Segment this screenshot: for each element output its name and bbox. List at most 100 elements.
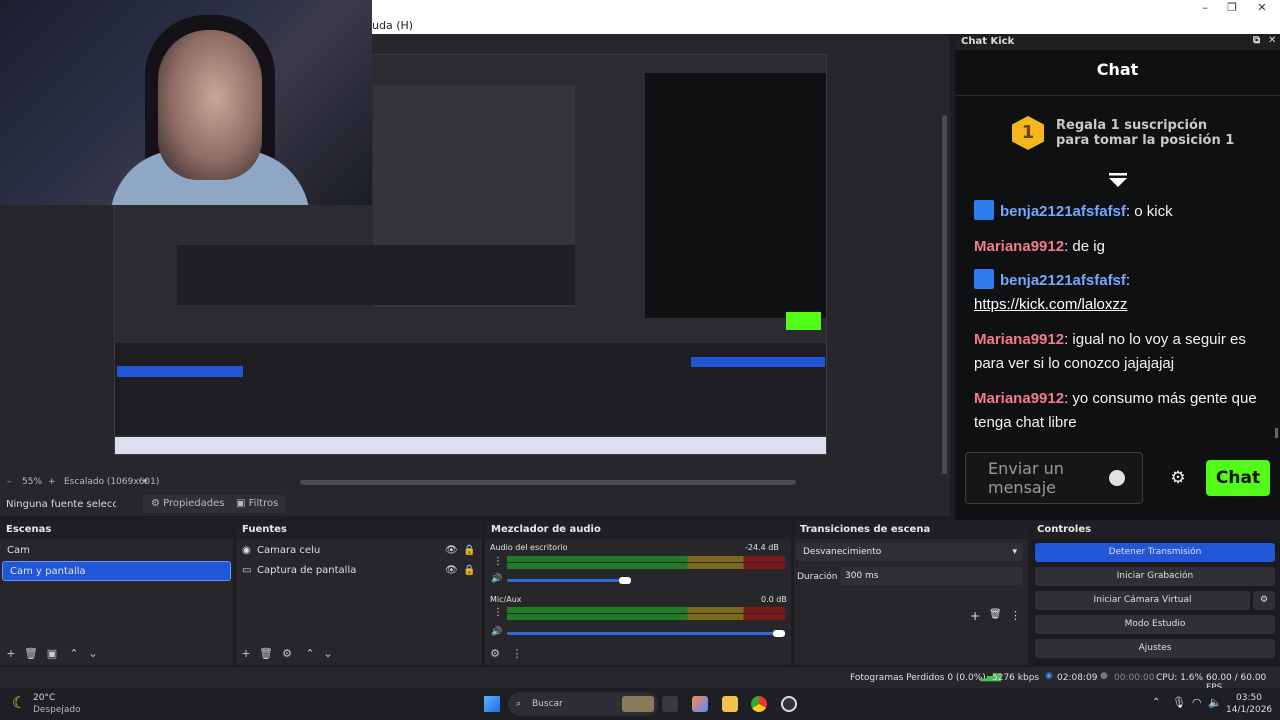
- move-down-icon[interactable]: ⌄: [87, 648, 99, 660]
- scene-filters-icon[interactable]: ▣: [46, 648, 58, 660]
- gear-icon[interactable]: ⚙: [1169, 469, 1187, 487]
- windows-start-icon[interactable]: [484, 696, 500, 712]
- chrome-icon[interactable]: [751, 696, 767, 712]
- kick-badge-icon: [974, 269, 994, 289]
- weather-desc[interactable]: Despejado: [33, 705, 81, 715]
- transition-select[interactable]: Desvanecimiento ▾: [797, 543, 1023, 561]
- copilot-icon[interactable]: [692, 696, 708, 712]
- lock-icon[interactable]: 🔒: [463, 541, 475, 561]
- chat-heading: Chat: [1096, 60, 1139, 79]
- search-label: Buscar: [532, 699, 563, 709]
- volume-slider-fill[interactable]: [507, 579, 627, 582]
- scene-item-cam-y-pantalla[interactable]: Cam y pantalla: [2, 561, 231, 581]
- chat-username[interactable]: Mariana9912: [974, 331, 1064, 348]
- speaker-icon[interactable]: 🔊: [491, 627, 502, 637]
- properties-button[interactable]: ⚙ Propiedades: [143, 495, 233, 513]
- nested-chat-button: [786, 312, 821, 330]
- volume-slider-knob[interactable]: [773, 630, 785, 637]
- menu-item-help[interactable]: uda (H): [372, 19, 413, 32]
- record-time: 00:00:00: [1114, 673, 1155, 683]
- chevron-up-icon[interactable]: ⌃: [1152, 697, 1160, 708]
- zoom-out-icon[interactable]: –: [7, 477, 12, 487]
- chat-username[interactable]: Mariana9912: [974, 238, 1064, 255]
- preview-vertical-scrollbar[interactable]: [942, 115, 947, 475]
- chat-scrollbar[interactable]: [1275, 428, 1278, 438]
- more-options-icon[interactable]: ⋮: [493, 607, 503, 618]
- wifi-icon[interactable]: ◠: [1192, 696, 1202, 709]
- weather-temp[interactable]: 20°C: [33, 693, 55, 703]
- zoom-level[interactable]: 55%: [22, 477, 42, 487]
- stop-streaming-button[interactable]: Detener Transmisión: [1035, 543, 1275, 562]
- channel-name: Audio del escritorio: [490, 543, 568, 552]
- clock-time[interactable]: 03:50: [1236, 693, 1262, 703]
- move-up-icon[interactable]: ⌃: [304, 648, 316, 660]
- lock-icon[interactable]: 🔒: [463, 561, 475, 581]
- source-label: Captura de pantalla: [257, 565, 357, 576]
- chevron-down-icon[interactable]: [1107, 172, 1129, 188]
- emoji-icon[interactable]: [1109, 470, 1125, 486]
- volume-slider-knob[interactable]: [619, 577, 631, 584]
- add-scene-icon[interactable]: +: [5, 648, 17, 660]
- zoom-in-icon[interactable]: +: [48, 477, 56, 487]
- scenes-dock: Escenas Cam Cam y pantalla: [0, 521, 233, 665]
- gift-subscription-text[interactable]: Regala 1 suscripción para tomar la posic…: [1056, 118, 1266, 148]
- remove-transition-icon[interactable]: 🗑: [989, 609, 1002, 620]
- source-settings-icon[interactable]: ⚙: [281, 648, 293, 660]
- transition-selected: Desvanecimiento: [803, 547, 882, 557]
- source-item-captura-de-pantalla[interactable]: ▭ Captura de pantalla 👁 🔒: [236, 561, 482, 581]
- more-options-icon[interactable]: ⋮: [511, 648, 523, 660]
- duration-input[interactable]: 300 ms: [840, 567, 1023, 585]
- add-source-icon[interactable]: +: [240, 648, 252, 660]
- add-transition-icon[interactable]: +: [970, 609, 980, 623]
- gift-line-2: para tomar la posición 1: [1056, 133, 1235, 148]
- dock-close-icon[interactable]: ✕: [1268, 35, 1276, 46]
- eye-icon[interactable]: 👁: [445, 541, 458, 561]
- chevron-down-icon[interactable]: ▾: [143, 477, 148, 487]
- file-explorer-icon[interactable]: [722, 696, 738, 712]
- minimize-icon[interactable]: –: [1195, 1, 1215, 15]
- start-virtual-camera-button[interactable]: Iniciar Cámara Virtual: [1035, 591, 1250, 610]
- sources-dock-title: Fuentes: [236, 521, 482, 539]
- microphone-icon[interactable]: 🎙: [1172, 696, 1186, 709]
- chat-username[interactable]: benja2121afsfafsf: [1000, 203, 1126, 220]
- chat-username[interactable]: Mariana9912: [974, 390, 1064, 407]
- chat-link[interactable]: https://kick.com/laloxzz: [974, 296, 1127, 313]
- chat-send-button[interactable]: Chat: [1206, 460, 1270, 496]
- mixer-settings-icon[interactable]: ⚙: [489, 648, 501, 660]
- clock-date[interactable]: 14/1/2026: [1226, 705, 1272, 715]
- remove-scene-icon[interactable]: 🗑: [24, 648, 38, 660]
- chat-username[interactable]: benja2121afsfafsf: [1000, 272, 1126, 289]
- speaker-icon[interactable]: 🔊: [491, 574, 502, 584]
- sources-dock: Fuentes ◉ Camara celu 👁 🔒 ▭ Captura de p…: [236, 521, 482, 665]
- properties-label: Propiedades: [163, 498, 225, 509]
- undock-icon[interactable]: ⧉: [1253, 35, 1260, 46]
- remove-source-icon[interactable]: 🗑: [259, 648, 273, 660]
- no-source-label: Ninguna fuente seleccionada: [6, 499, 116, 510]
- obs-icon[interactable]: [781, 696, 797, 712]
- start-recording-button[interactable]: Iniciar Grabación: [1035, 567, 1275, 586]
- record-icon: ●: [1100, 671, 1108, 681]
- settings-button[interactable]: Ajustes: [1035, 639, 1275, 658]
- preview-horizontal-scrollbar[interactable]: [300, 480, 796, 485]
- more-options-icon[interactable]: ⋮: [493, 556, 503, 567]
- volume-slider-fill[interactable]: [507, 632, 779, 635]
- moon-icon[interactable]: ☾: [12, 693, 26, 712]
- scene-item-cam[interactable]: Cam: [0, 541, 233, 561]
- chat-dock-title: Chat Kick: [961, 36, 1015, 47]
- nested-stop-button: [691, 357, 825, 367]
- close-icon[interactable]: ✕: [1252, 1, 1272, 15]
- volume-meter: [507, 563, 785, 569]
- maximize-icon[interactable]: ❐: [1222, 1, 1242, 15]
- filters-button[interactable]: ▣ Filtros: [228, 495, 287, 513]
- task-view-icon[interactable]: [662, 696, 678, 712]
- studio-mode-button[interactable]: Modo Estudio: [1035, 615, 1275, 634]
- filters-label: Filtros: [248, 498, 279, 509]
- volume-icon[interactable]: 🔈: [1208, 696, 1222, 709]
- more-options-icon[interactable]: ⋮: [1010, 609, 1021, 622]
- eye-icon[interactable]: 👁: [445, 561, 458, 581]
- gear-icon[interactable]: ⚙: [1253, 591, 1275, 610]
- source-item-camara-celu[interactable]: ◉ Camara celu 👁 🔒: [236, 541, 482, 561]
- move-up-icon[interactable]: ⌃: [68, 648, 80, 660]
- move-down-icon[interactable]: ⌄: [322, 648, 334, 660]
- nested-taskbar: [115, 437, 826, 454]
